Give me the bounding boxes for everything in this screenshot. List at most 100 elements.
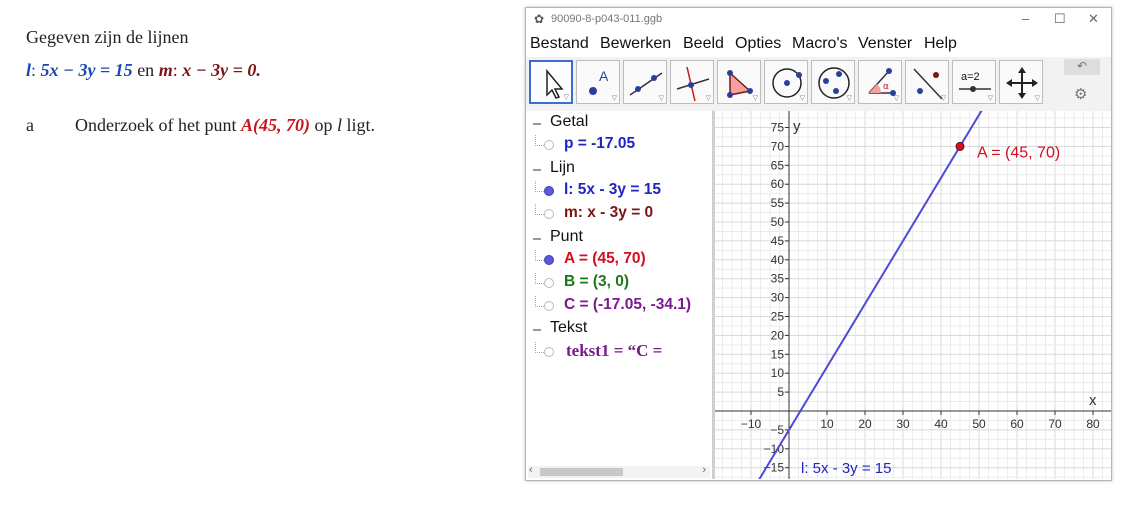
- visibility-toggle-p[interactable]: [544, 140, 554, 150]
- question-text: Onderzoek of het punt A(45, 70) op l lig…: [75, 115, 375, 136]
- visibility-toggle-l[interactable]: [544, 186, 554, 196]
- category-getal[interactable]: Getal: [550, 113, 588, 131]
- algebra-horizontal-scrollbar[interactable]: ‹ ›: [528, 464, 710, 478]
- object-C[interactable]: C = (-17.05, -34.1): [564, 296, 691, 314]
- object-m[interactable]: m: x - 3y = 0: [564, 204, 653, 222]
- svg-text:α: α: [883, 82, 889, 92]
- intro-text: Gegeven zijn de lijnen: [26, 27, 189, 47]
- x-tick-label: 40: [934, 417, 948, 431]
- menu-macros[interactable]: Macro's: [792, 35, 848, 53]
- graphics-view[interactable]: −10 10 20 30 40 50 60 70 80 75 70 65 60 55 50 45 40 35 30 2…: [715, 111, 1111, 479]
- object-l[interactable]: l: 5x - 3y = 15: [564, 181, 661, 199]
- line-m-name: m: [158, 60, 173, 80]
- line-l-equation: 5x − 3y = 15: [40, 60, 133, 80]
- x-tick-label: 70: [1048, 417, 1062, 431]
- move-tool-button[interactable]: ▽: [529, 60, 573, 104]
- y-tick-label: 35: [771, 272, 785, 286]
- minimize-button[interactable]: –: [1022, 11, 1029, 26]
- visibility-toggle-tekst1[interactable]: [544, 347, 554, 357]
- angle-tool-button[interactable]: α ▽: [858, 60, 902, 104]
- geogebra-window: ✿ 90090-8-p043-011.ggb – ☐ ✕ Bestand Bew…: [525, 7, 1112, 481]
- polygon-tool-button[interactable]: ▽: [717, 60, 761, 104]
- scroll-right-icon[interactable]: ›: [702, 464, 706, 476]
- menu-bestand[interactable]: Bestand: [530, 35, 589, 53]
- line-m-equation: x − 3y = 0.: [182, 60, 261, 80]
- y-tick-label: 60: [771, 177, 785, 191]
- visibility-toggle-B[interactable]: [544, 278, 554, 288]
- slider-tool-button[interactable]: a=2 ▽: [952, 60, 996, 104]
- settings-gear-icon[interactable]: ⚙: [1074, 85, 1087, 103]
- menu-help[interactable]: Help: [924, 35, 957, 53]
- menu-venster[interactable]: Venster: [858, 35, 912, 53]
- svg-text:a=2: a=2: [961, 71, 980, 83]
- y-tick-label: 10: [771, 366, 785, 380]
- undo-button[interactable]: ↶: [1064, 59, 1100, 75]
- line-l-colon: :: [31, 60, 37, 80]
- close-button[interactable]: ✕: [1088, 11, 1099, 27]
- menu-bar: Bestand Bewerken Beeld Opties Macro's Ve…: [526, 32, 1111, 56]
- scrollbar-thumb[interactable]: [540, 468, 623, 476]
- category-punt[interactable]: Punt: [550, 228, 583, 246]
- scroll-left-icon[interactable]: ‹: [529, 464, 533, 476]
- x-tick-label: 30: [896, 417, 910, 431]
- object-A[interactable]: A = (45, 70): [564, 250, 646, 268]
- collapse-getal-icon[interactable]: [533, 123, 541, 125]
- object-tekst1[interactable]: tekst1 = “C =: [566, 341, 662, 361]
- maximize-button[interactable]: ☐: [1054, 11, 1066, 27]
- circle-three-points-tool-button[interactable]: ▽: [811, 60, 855, 104]
- y-tick-label: 75: [771, 121, 785, 135]
- move-graphics-view-tool-button[interactable]: ▽: [999, 60, 1043, 104]
- algebra-view: Getal p = -17.05 Lijn l: 5x - 3y = 15 m:…: [526, 111, 715, 479]
- question-label: a: [26, 115, 34, 135]
- visibility-toggle-A[interactable]: [544, 255, 554, 265]
- geogebra-logo-icon: ✿: [534, 12, 545, 26]
- visibility-toggle-C[interactable]: [544, 301, 554, 311]
- y-tick-label: 55: [771, 196, 785, 210]
- y-tick-label: 25: [771, 310, 785, 324]
- menu-beeld[interactable]: Beeld: [683, 35, 724, 53]
- reflect-tool-button[interactable]: ▽: [905, 60, 949, 104]
- collapse-tekst-icon[interactable]: [533, 329, 541, 331]
- menu-bewerken[interactable]: Bewerken: [600, 35, 671, 53]
- x-tick-label: 20: [858, 417, 872, 431]
- question-text-before: Onderzoek of het punt: [75, 115, 237, 135]
- collapse-punt-icon[interactable]: [533, 238, 541, 240]
- visibility-toggle-m[interactable]: [544, 209, 554, 219]
- x-tick-label: 60: [1010, 417, 1024, 431]
- y-tick-label: 40: [771, 253, 785, 267]
- collapse-lijn-icon[interactable]: [533, 169, 541, 171]
- question-line-name: l: [336, 115, 342, 135]
- y-tick-label: 20: [771, 328, 785, 342]
- window-title: 90090-8-p043-011.ggb: [551, 13, 663, 25]
- toolbar: ▽ A ▽ ▽ ▽ ▽ ▽ ▽ α ▽ ▽ a=2 ▽ ▽ ↶ ⚙: [526, 57, 1111, 111]
- object-B[interactable]: B = (3, 0): [564, 273, 629, 291]
- point-A: [955, 141, 965, 151]
- line-tool-button[interactable]: ▽: [623, 60, 667, 104]
- given-lines: l: 5x − 3y = 15 en m: x − 3y = 0.: [26, 60, 261, 81]
- category-lijn[interactable]: Lijn: [550, 159, 575, 177]
- line-l-label: l: 5x - 3y = 15: [801, 460, 891, 477]
- point-tool-button[interactable]: A ▽: [576, 60, 620, 104]
- title-bar: ✿ 90090-8-p043-011.ggb – ☐ ✕: [526, 8, 1111, 32]
- y-tick-label: 5: [777, 385, 784, 399]
- object-p[interactable]: p = -17.05: [564, 135, 635, 153]
- y-tick-label: −5: [770, 423, 784, 437]
- y-axis-label: y: [793, 118, 801, 135]
- x-axis-label: x: [1089, 392, 1097, 409]
- perpendicular-line-tool-button[interactable]: ▽: [670, 60, 714, 104]
- svg-text:A: A: [599, 68, 609, 84]
- question-text-after: ligt.: [346, 115, 375, 135]
- graphics-canvas[interactable]: −10 10 20 30 40 50 60 70 80 75 70 65 60 55 50 45 40 35 30 2…: [715, 111, 1111, 479]
- category-tekst[interactable]: Tekst: [550, 319, 587, 337]
- x-tick-label: 50: [972, 417, 986, 431]
- line-m-colon: :: [172, 60, 178, 80]
- collapse-panel-icon[interactable]: ◂: [1110, 367, 1111, 378]
- y-tick-label: 65: [771, 158, 785, 172]
- circle-tool-button[interactable]: ▽: [764, 60, 808, 104]
- y-tick-label: 70: [771, 139, 785, 153]
- y-tick-label: 45: [771, 234, 785, 248]
- menu-opties[interactable]: Opties: [735, 35, 781, 53]
- x-tick-label: −10: [741, 417, 762, 431]
- undo-icon: ↶: [1076, 59, 1088, 73]
- connector-text: en: [137, 60, 155, 80]
